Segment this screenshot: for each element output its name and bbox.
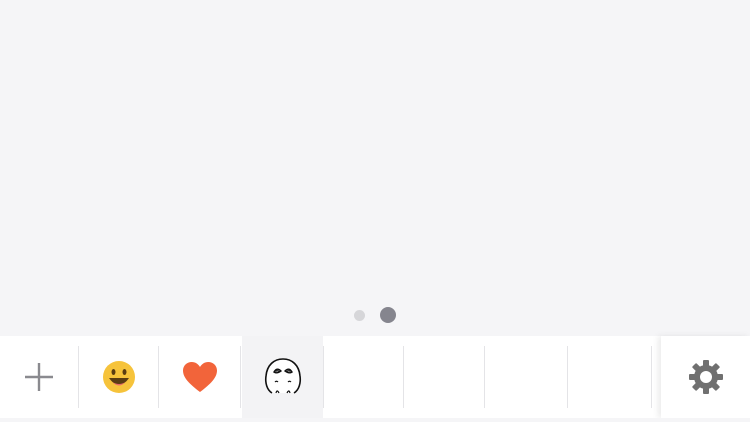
tab-divider xyxy=(240,346,241,408)
tab-default-emoji[interactable] xyxy=(79,336,158,418)
tab-sticker-pack[interactable] xyxy=(242,336,323,418)
page-indicator xyxy=(0,306,750,324)
tab-empty-slot[interactable] xyxy=(404,336,484,418)
emoji-category-toolbar xyxy=(0,336,750,422)
toolbar-bottom-edge xyxy=(0,418,750,422)
page-dot-2-current[interactable] xyxy=(380,307,396,323)
smiley-emoji-icon xyxy=(102,361,135,393)
tab-divider xyxy=(651,346,652,408)
tab-empty-slot[interactable] xyxy=(568,336,651,418)
plus-icon xyxy=(25,363,53,391)
tab-empty-slot[interactable] xyxy=(485,336,567,418)
emoji-settings-button[interactable] xyxy=(661,336,750,418)
emoji-panel xyxy=(0,0,750,336)
heart-icon xyxy=(182,362,217,392)
tab-favorites[interactable] xyxy=(159,336,240,418)
page-dot-1[interactable] xyxy=(354,310,365,321)
gear-icon xyxy=(688,360,723,394)
sticker-face-icon xyxy=(264,358,301,394)
tab-add-emoji[interactable] xyxy=(0,336,78,418)
tab-empty-slot[interactable] xyxy=(324,336,403,418)
